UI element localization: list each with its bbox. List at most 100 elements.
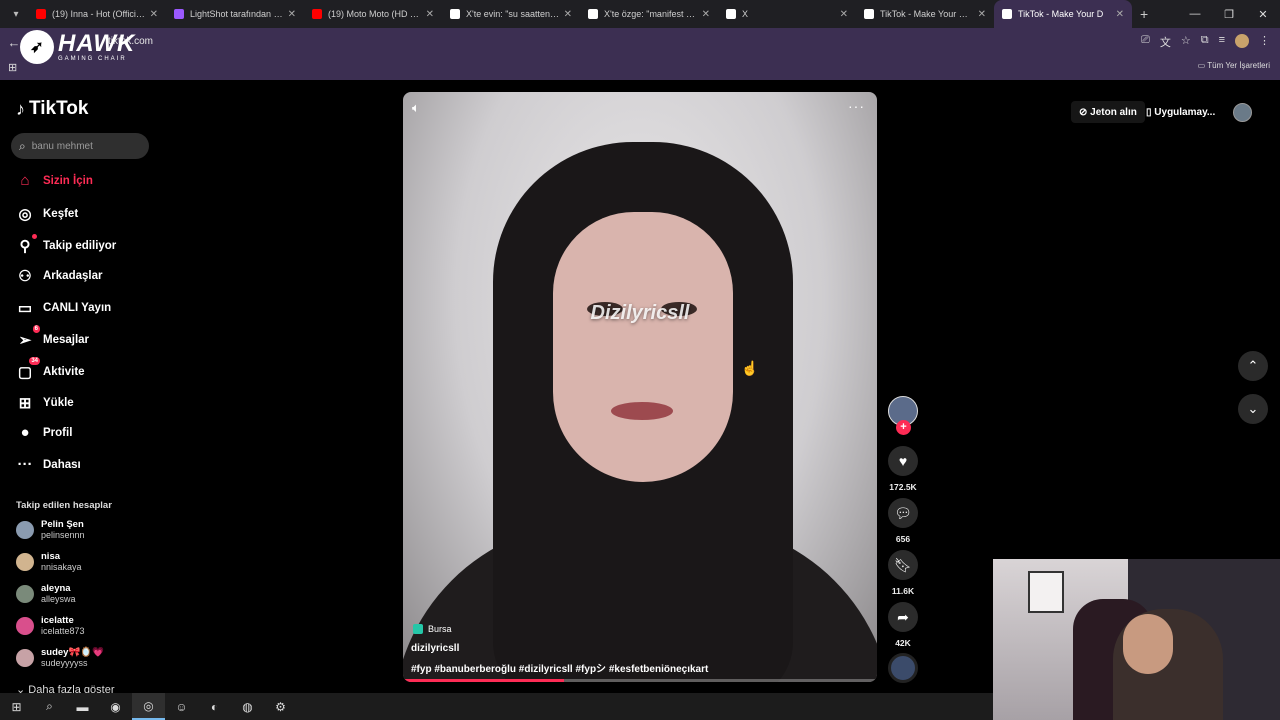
windows-icon[interactable]: ⊞ (0, 693, 33, 720)
followed-account[interactable]: nisa nnisakaya (16, 551, 82, 573)
nav-label: Yükle (43, 397, 74, 409)
mouse-cursor-icon: ☝ (741, 360, 759, 376)
translate-icon[interactable]: 文 (1160, 34, 1171, 50)
tab-label: TikTok - Make Your D (1018, 9, 1104, 19)
tab-close-icon[interactable]: ✕ (1116, 9, 1124, 20)
followed-accounts-title: Takip edilen hesaplar (16, 500, 112, 511)
media-icon[interactable]: ≡ (1219, 34, 1225, 50)
nav-item-messages[interactable]: ➢ 6 Mesajlar (16, 325, 89, 349)
tab-close-icon[interactable]: ✕ (978, 9, 986, 20)
video-more-options-icon[interactable]: ··· (848, 98, 865, 114)
followed-account[interactable]: sudey🎀🪞💗 sudeyyyyss (16, 647, 104, 669)
browser-tab[interactable]: LightShot tarafından Ekra ✕ (166, 0, 304, 28)
get-app-button[interactable]: ▯ Uygulamay... (1146, 101, 1215, 123)
folder-icon[interactable]: ▬ (66, 693, 99, 720)
tab-close-icon[interactable]: ✕ (288, 9, 296, 20)
like-button[interactable]: ♥ (888, 446, 918, 476)
spotify-icon[interactable]: ◍ (231, 693, 264, 720)
nav-label: Dahası (43, 458, 81, 471)
nav-item-compass[interactable]: ◎ Keşfet (16, 205, 78, 223)
like-count: 172.5K (889, 482, 917, 492)
video-subject-face (553, 212, 733, 482)
user-avatar[interactable] (1233, 103, 1252, 122)
nav-label: Profil (43, 426, 73, 439)
browser-tab[interactable]: (19) Inna - Hot (Official V ✕ (28, 0, 166, 28)
location-tag[interactable]: Bursa (413, 624, 452, 634)
friends-icon: ⚇ (18, 268, 32, 285)
video-author[interactable]: dizilyricsll (411, 643, 459, 654)
browser-tab[interactable]: X'te evin: "su saatten son ✕ (442, 0, 580, 28)
followed-account[interactable]: icelatte icelatte873 (16, 615, 85, 637)
followed-account[interactable]: Pelin Şen pelinsennn (16, 519, 85, 541)
compass-icon: ◎ (18, 206, 32, 223)
next-video-button[interactable]: ⌄ (1238, 394, 1268, 424)
bookmark-icon: 🔖︎ (894, 556, 912, 573)
browser-tab[interactable]: X ✕ (718, 0, 856, 28)
video-player[interactable]: Dizilyricsll 🔈︎ ··· Bursa dizilyricsll #… (403, 92, 877, 682)
tiktok-logo[interactable]: ♪ TikTok (16, 98, 88, 120)
webcam-overlay (993, 559, 1280, 720)
close-window-icon[interactable]: ✕ (1246, 8, 1280, 21)
tab-favicon-icon (174, 9, 184, 19)
location-icon (413, 624, 423, 634)
get-coins-button[interactable]: ⊘ Jeton alın (1071, 101, 1145, 123)
tab-favicon-icon (864, 9, 874, 19)
nav-item-upload[interactable]: ⊞ Yükle (16, 394, 74, 412)
video-caption[interactable]: #fyp #banuberberoğlu #dizilyricsll #fypシ… (411, 660, 708, 675)
browser-profile-avatar[interactable] (1235, 34, 1249, 48)
followed-account[interactable]: aleyna alleyswa (16, 583, 76, 605)
windows-taskbar: ⊞ ⌕ ▬ ◉ ◎ ☺ ◐ ◍ ⚙ (0, 693, 993, 720)
account-name: nisa (41, 551, 61, 562)
nav-item-activity[interactable]: ▢ 34 Aktivite (16, 357, 85, 381)
nav-item-home[interactable]: ⌂ Sizin İçin (16, 172, 93, 189)
apps-grid-icon[interactable]: ⊞ (8, 61, 17, 74)
discord-icon[interactable]: ☺ (165, 693, 198, 720)
nav-label: Arkadaşlar (43, 270, 103, 282)
minimize-icon[interactable]: — (1178, 8, 1212, 20)
extensions-icon[interactable]: ⧉ (1201, 34, 1209, 50)
chrome-icon[interactable]: ◎ (132, 693, 165, 720)
maximize-icon[interactable]: ❐ (1212, 8, 1246, 21)
share-button[interactable]: ➦ (888, 602, 918, 632)
nav-label: Sizin İçin (43, 174, 93, 187)
nav-item-friends[interactable]: ⚇ Arkadaşlar (16, 267, 102, 285)
notification-dot (32, 234, 37, 239)
follow-creator-button[interactable]: + (896, 420, 911, 435)
nav-item-profile[interactable]: ● Profil (16, 424, 72, 441)
cast-icon[interactable]: ⎚ (1141, 34, 1150, 50)
video-progress-fill (403, 679, 565, 682)
nav-item-live[interactable]: ▭ CANLI Yayın (16, 299, 111, 317)
browser-tab[interactable]: TikTok - Make Your D ✕ (994, 0, 1132, 28)
browser-menu-icon[interactable]: ⋮ (1259, 34, 1270, 50)
search-input[interactable] (31, 140, 132, 152)
tab-close-icon[interactable]: ✕ (840, 9, 848, 20)
tab-close-icon[interactable]: ✕ (702, 9, 710, 20)
video-progress-bar[interactable] (403, 679, 877, 682)
app-icon[interactable]: ◉ (99, 693, 132, 720)
new-tab-button[interactable]: + (1140, 6, 1148, 22)
browser-tab[interactable]: TikTok - Make Your Day ✕ (856, 0, 994, 28)
comment-button[interactable]: 💬︎ (888, 498, 918, 528)
bookmark-star-icon[interactable]: ☆ (1181, 34, 1191, 50)
following-icon: ⚲ (16, 234, 37, 255)
toolbar-icons: ⎚ 文 ☆ ⧉ ≡ ⋮ (1141, 34, 1270, 50)
tab-search-icon[interactable]: ▾ (4, 4, 28, 24)
volume-icon[interactable]: 🔈︎ (412, 100, 420, 116)
all-bookmarks-folder[interactable]: ▭ Tüm Yer İşaretleri (1198, 61, 1270, 70)
browser-tab[interactable]: (19) Moto Moto (HD Türk ✕ (304, 0, 442, 28)
obs-icon[interactable]: ◐ (198, 693, 231, 720)
search-icon[interactable]: ⌕ (33, 693, 66, 720)
nav-item-more[interactable]: ··· Dahası (16, 456, 81, 473)
tab-close-icon[interactable]: ✕ (150, 9, 158, 20)
tab-close-icon[interactable]: ✕ (426, 9, 434, 20)
tiktok-note-icon: ♪ (16, 98, 25, 119)
music-disc-icon[interactable] (888, 653, 918, 683)
chevron-up-icon: ⌃ (1247, 358, 1259, 373)
save-button[interactable]: 🔖︎ (888, 550, 918, 580)
browser-tab[interactable]: X'te özge: "manifest kızla ✕ (580, 0, 718, 28)
nav-item-following[interactable]: ⚲ Takip ediliyor (16, 234, 116, 255)
tab-close-icon[interactable]: ✕ (564, 9, 572, 20)
steam-icon[interactable]: ⚙ (264, 693, 297, 720)
account-username: alleyswa (41, 594, 76, 604)
previous-video-button[interactable]: ⌃ (1238, 351, 1268, 381)
